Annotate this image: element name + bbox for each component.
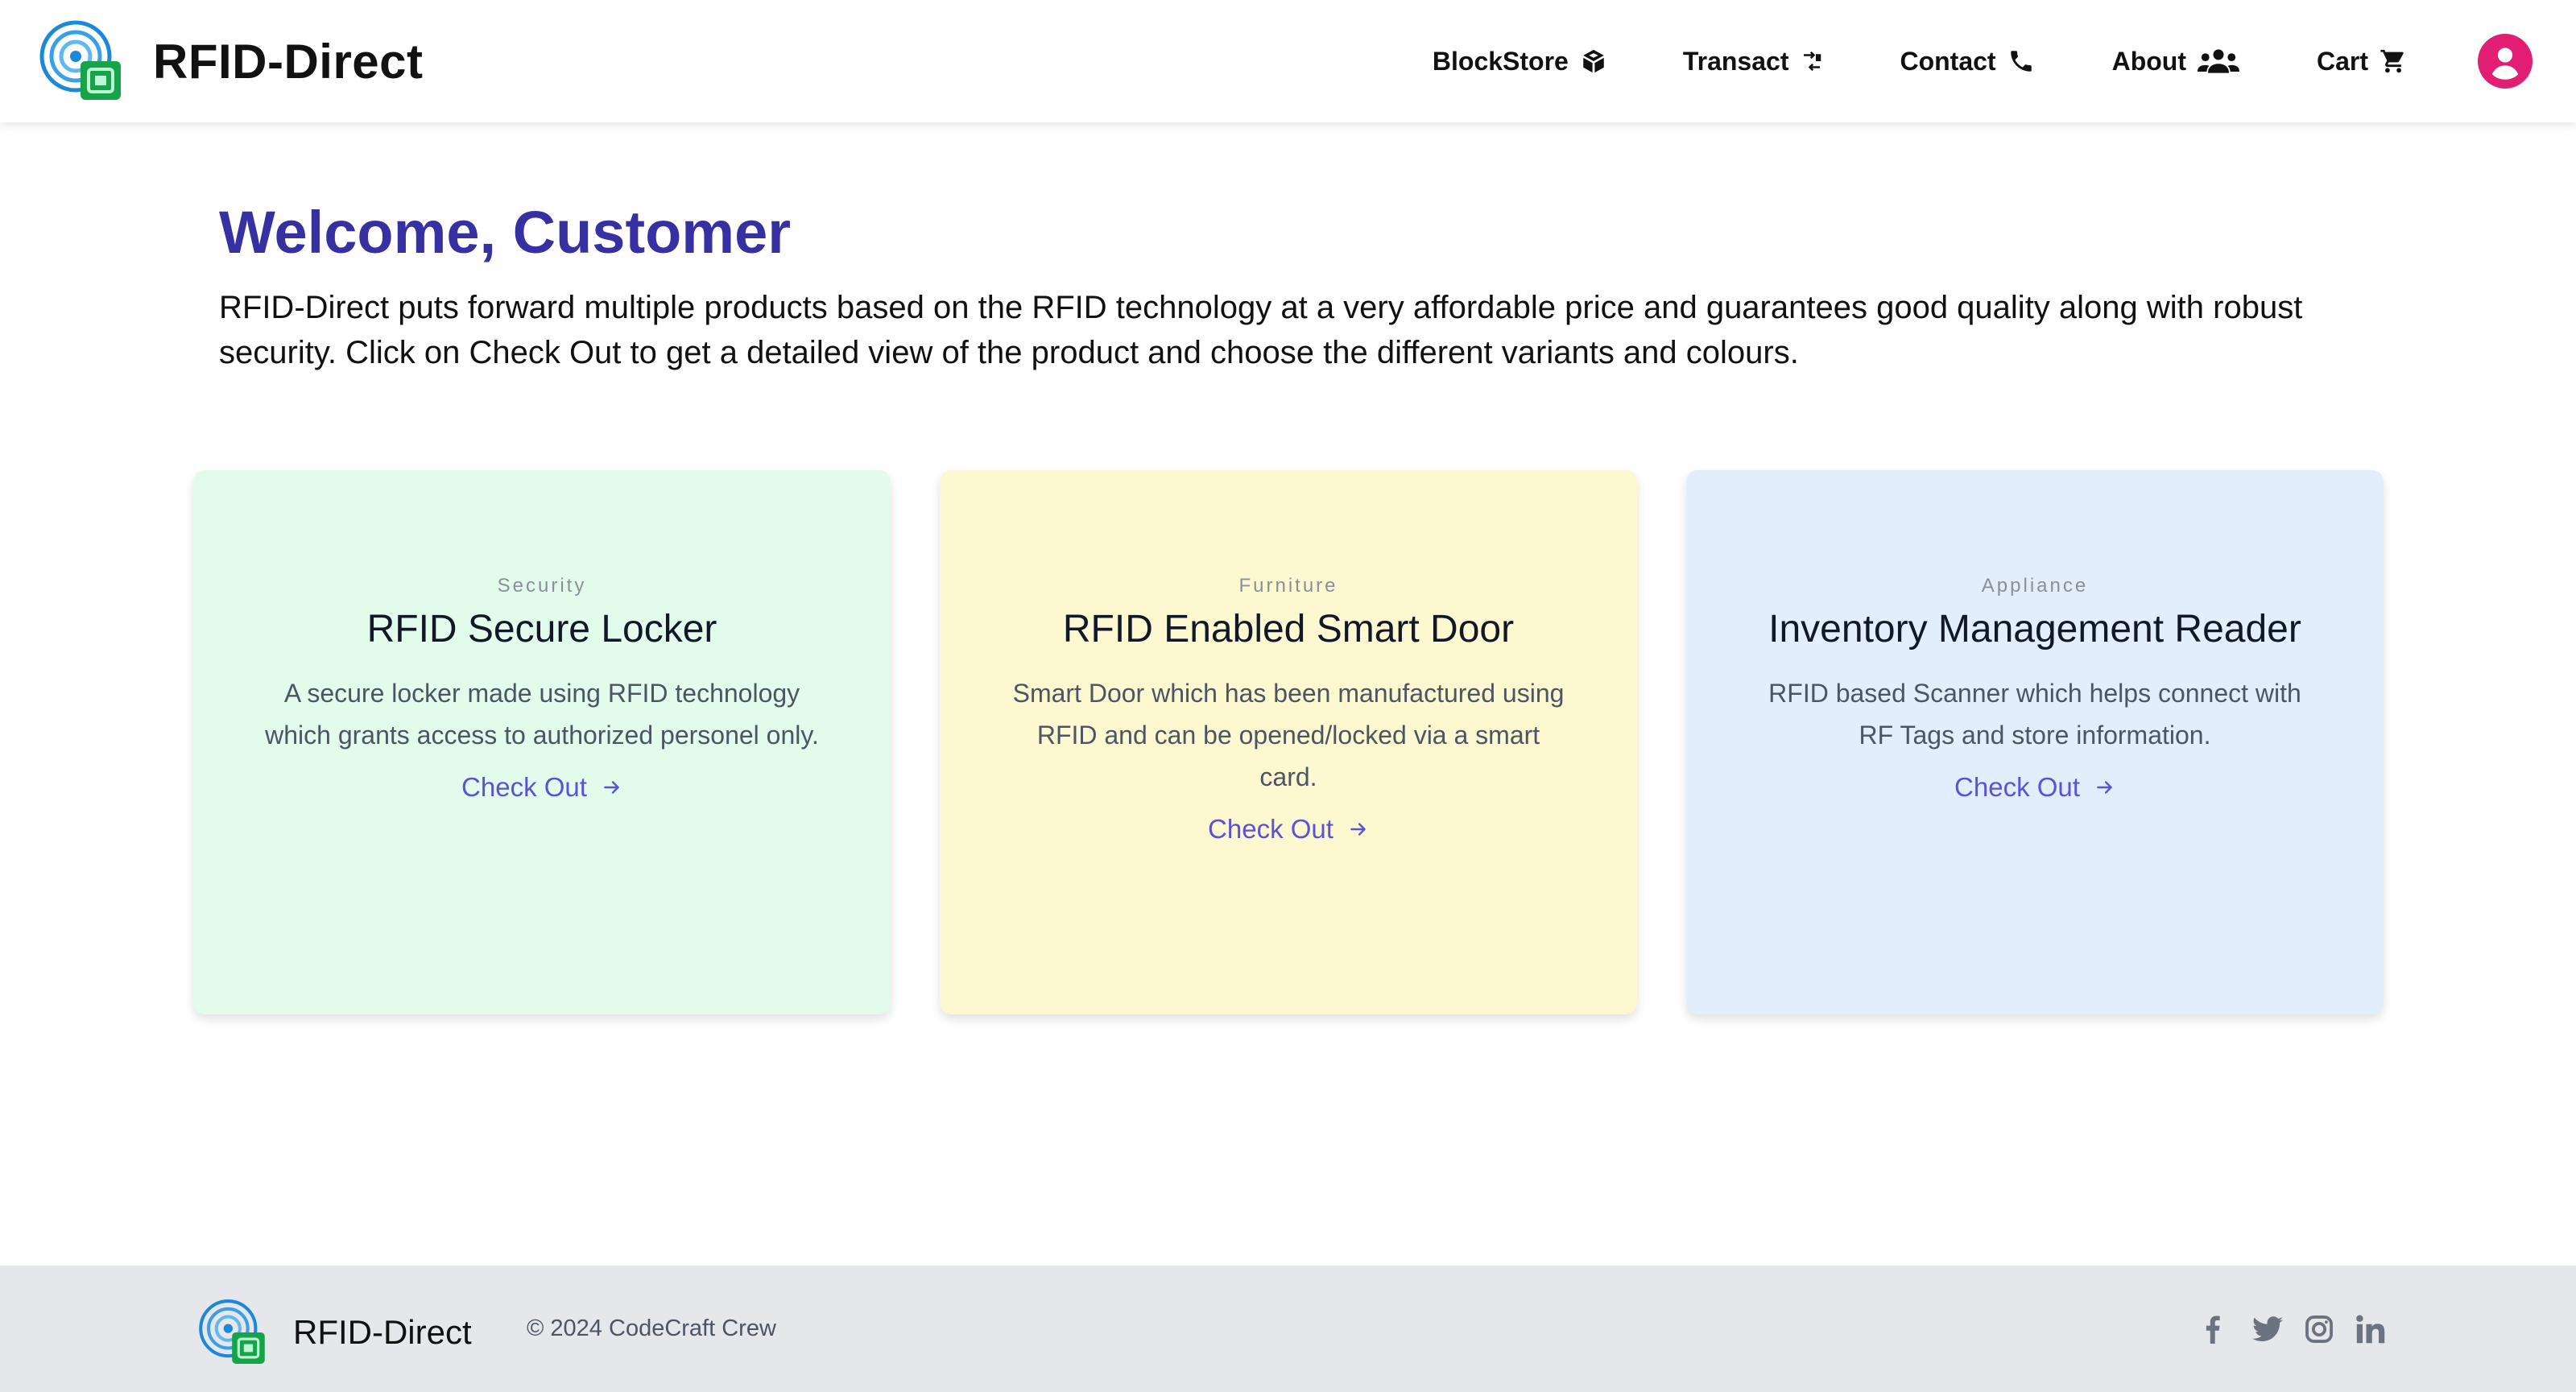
check-out-link[interactable]: Check Out [1954, 772, 2115, 803]
card-description: A secure locker made using RFID technolo… [265, 679, 819, 750]
brand-name: RFID-Direct [153, 34, 424, 89]
check-out-label: Check Out [1208, 814, 1333, 844]
social-links [2177, 1314, 2386, 1344]
product-card-inventory-reader: Appliance Inventory Management Reader RF… [1686, 470, 2384, 1014]
nav-cart[interactable]: Cart [2317, 47, 2407, 76]
footer-brand-name: RFID-Direct [293, 1313, 472, 1351]
nav-blockstore-label: BlockStore [1432, 46, 1569, 76]
card-description: RFID based Scanner which helps connect w… [1768, 679, 2301, 750]
nav-contact-label: Contact [1900, 46, 1996, 76]
arrow-right-icon [604, 781, 619, 794]
check-out-label: Check Out [1954, 772, 2080, 802]
nav-transact-label: Transact [1682, 46, 1789, 76]
card-description: Smart Door which has been manufactured u… [1012, 679, 1565, 791]
user-avatar-icon[interactable] [2478, 34, 2533, 89]
rfid-logo-icon [199, 1299, 265, 1364]
arrow-right-icon [1350, 823, 1366, 836]
phone-icon [2007, 48, 2035, 75]
card-category: Appliance [1981, 575, 2089, 597]
copyright-text: © 2024 CodeCraft Crew [527, 1316, 776, 1341]
cart-icon [2380, 48, 2407, 75]
intro-text: RFID-Direct puts forward multiple produc… [219, 290, 2303, 370]
nav-about-label: About [2111, 46, 2186, 76]
product-card-secure-locker: Security RFID Secure Locker A secure loc… [193, 470, 891, 1014]
check-out-link[interactable]: Check Out [461, 772, 622, 803]
nav-transact[interactable]: Transact [1683, 47, 1825, 76]
rfid-logo-icon [39, 20, 121, 100]
check-out-label: Check Out [461, 772, 587, 802]
card-title: RFID Enabled Smart Door [1062, 608, 1515, 651]
page-title: Welcome, Customer [219, 199, 792, 266]
main-nav: BlockStore Transact Contact About Cart [1433, 0, 2576, 122]
blockstore-cube-icon [1580, 48, 1607, 75]
arrow-right-icon [2097, 781, 2112, 794]
people-icon [2197, 48, 2239, 75]
facebook-icon[interactable] [2198, 1314, 2228, 1344]
check-out-link[interactable]: Check Out [1208, 814, 1369, 845]
transaction-icon [1800, 49, 1824, 73]
footer: RFID-Direct © 2024 CodeCraft Crew [0, 1266, 2576, 1392]
nav-cart-label: Cart [2316, 46, 2368, 76]
footer-brand-link[interactable]: RFID-Direct [198, 1298, 472, 1367]
card-title: RFID Secure Locker [366, 608, 717, 651]
nav-about[interactable]: About [2112, 47, 2239, 76]
brand-link[interactable]: RFID-Direct [39, 19, 424, 103]
linkedin-icon[interactable] [2355, 1314, 2386, 1344]
card-title: Inventory Management Reader [1768, 608, 2301, 651]
nav-blockstore[interactable]: BlockStore [1433, 47, 1607, 76]
twitter-icon[interactable] [2252, 1314, 2283, 1344]
top-navbar: RFID-Direct BlockStore Transact Contact … [0, 0, 2576, 122]
instagram-icon[interactable] [2304, 1314, 2334, 1344]
product-cards: Security RFID Secure Locker A secure loc… [193, 470, 2384, 1014]
card-category: Furniture [1238, 575, 1338, 597]
card-category: Security [497, 575, 587, 597]
nav-contact[interactable]: Contact [1900, 47, 2034, 76]
product-card-smart-door: Furniture RFID Enabled Smart Door Smart … [940, 470, 1637, 1014]
main-content: Welcome, Customer RFID-Direct puts forwa… [0, 122, 2576, 1266]
